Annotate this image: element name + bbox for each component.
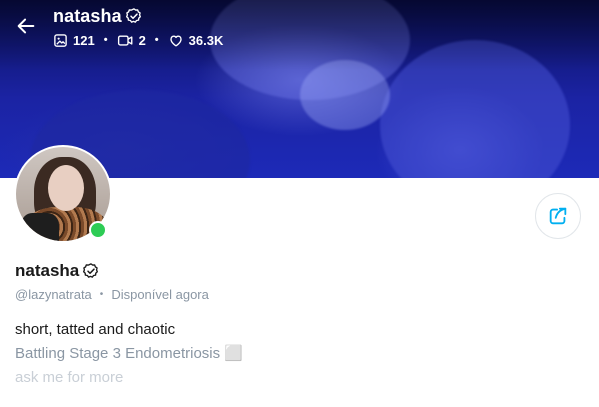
avatar-face: [48, 165, 84, 211]
profile-bio: short, tatted and chaotic Battling Stage…: [15, 318, 243, 390]
stat-photos: 121: [53, 33, 95, 48]
heart-icon: [169, 34, 182, 46]
avatar[interactable]: [14, 145, 112, 243]
stat-photos-count: 121: [73, 32, 95, 48]
verified-badge-icon: [83, 263, 99, 278]
video-icon: [117, 34, 132, 46]
availability-status: Disponível agora: [111, 286, 209, 302]
handle-row: @lazynatrata • Disponível agora: [15, 285, 209, 303]
cover-figure-shape: [300, 60, 390, 130]
header-name: natasha: [53, 5, 122, 26]
bio-line: Battling Stage 3 Endometriosis ⬜: [15, 345, 243, 362]
header-info: natasha 121 • 2 • 36.3K: [53, 4, 223, 49]
stat-separator: •: [103, 34, 108, 46]
bio-more[interactable]: ask me for more: [15, 366, 243, 390]
stat-likes-count: 36.3K: [188, 32, 224, 48]
stat-videos-count: 2: [138, 32, 146, 48]
verified-badge-icon: [125, 8, 141, 23]
image-icon: [54, 33, 67, 47]
profile-handle[interactable]: @lazynatrata: [15, 287, 92, 302]
header-name-row: natasha: [53, 4, 223, 28]
avatar-shirt: [21, 213, 59, 241]
stat-separator: •: [154, 34, 159, 46]
handle-separator: •: [99, 288, 104, 300]
online-status-dot: [89, 221, 107, 239]
header-stats: 121 • 2 • 36.3K: [53, 31, 223, 49]
back-button[interactable]: [12, 12, 40, 40]
share-button[interactable]: [535, 193, 581, 239]
stat-likes: 36.3K: [168, 32, 224, 48]
stat-videos: 2: [117, 33, 146, 48]
share-icon: [549, 207, 567, 225]
profile-name-row: natasha: [15, 259, 100, 283]
profile-name: natasha: [15, 261, 80, 280]
arrow-left-icon: [17, 18, 35, 34]
bio-line: short, tatted and chaotic: [15, 321, 176, 338]
